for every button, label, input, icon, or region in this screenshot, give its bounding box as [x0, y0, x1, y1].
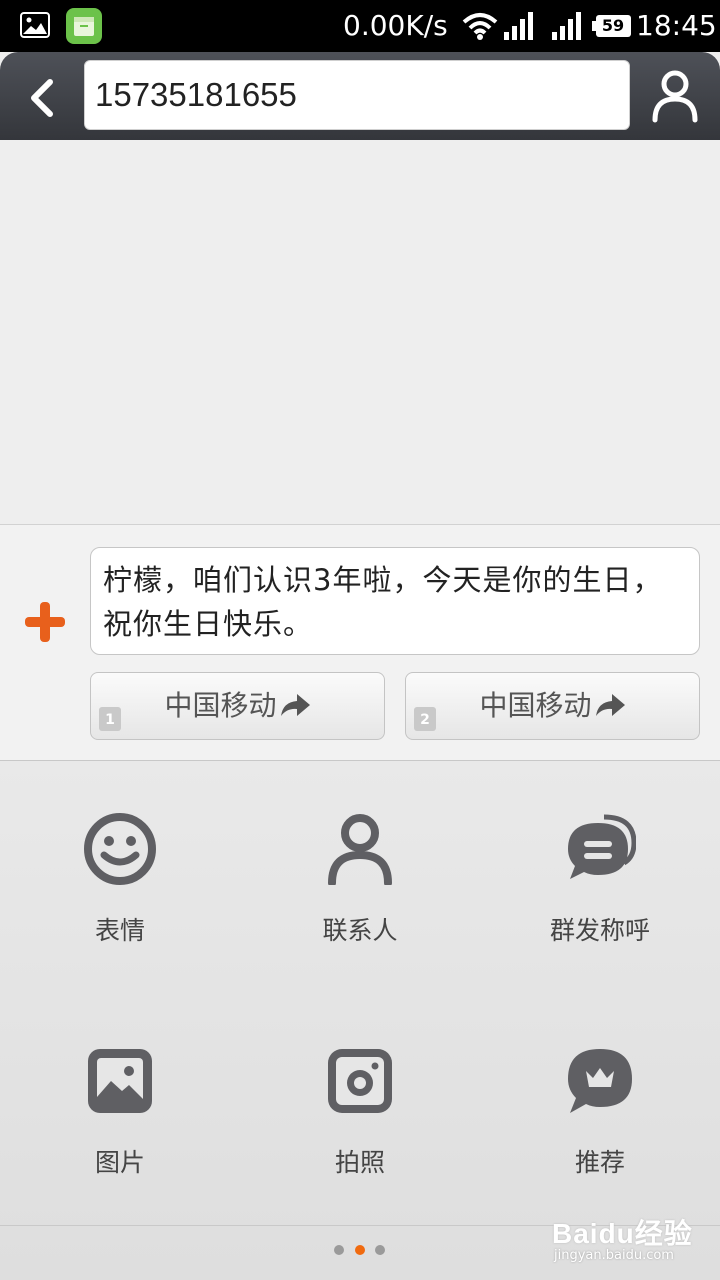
page-indicator [334, 1245, 394, 1257]
recipient-input[interactable] [84, 60, 630, 130]
clock: 18:45 [636, 9, 717, 42]
compose-area: 柠檬，咱们认识3年啦，今天是你的生日，祝你生日快乐。 1 中国移动 2 中国移动 [0, 524, 720, 760]
send-sim2-label: 中国移动 [479, 689, 592, 722]
network-speed: 0.00K/s [343, 9, 448, 42]
recommend-button[interactable]: 推荐 [480, 993, 720, 1193]
recommend-label: 推荐 [574, 1148, 625, 1177]
wifi-icon [462, 13, 498, 40]
watermark-text: Baidu经验 [552, 1218, 693, 1249]
message-list [0, 140, 720, 524]
camera-button[interactable]: 拍照 [240, 993, 480, 1193]
emoji-label: 表情 [94, 916, 145, 945]
send-sim1-label: 中国移动 [164, 689, 277, 722]
chevron-left-icon[interactable] [22, 76, 66, 120]
app-store-notification-icon [66, 8, 102, 44]
watermark-url: jingyan.baidu.com [554, 1248, 674, 1263]
smiley-icon [84, 813, 156, 885]
emoji-button[interactable]: 表情 [0, 761, 240, 961]
chat-bubbles-icon [568, 814, 636, 879]
camera-label: 拍照 [334, 1148, 385, 1177]
camera-icon [328, 1049, 392, 1113]
send-sim1-button[interactable]: 1 中国移动 [90, 672, 385, 740]
image-label: 图片 [94, 1148, 145, 1177]
message-input[interactable]: 柠檬，咱们认识3年啦，今天是你的生日，祝你生日快乐。 [90, 547, 700, 655]
plus-icon[interactable] [22, 599, 68, 645]
page-dot [334, 1245, 344, 1255]
group-salutation-button[interactable]: 群发称呼 [480, 761, 720, 961]
compose-header [0, 52, 720, 140]
contacts-label: 联系人 [322, 916, 398, 945]
status-bar: 0.00K/s 59 18:45 [0, 0, 720, 52]
send-arrow-icon [280, 694, 310, 716]
crown-bubble-icon [568, 1049, 632, 1113]
gallery-notification-icon [20, 12, 50, 38]
send-sim2-button[interactable]: 2 中国移动 [405, 672, 700, 740]
person-icon[interactable] [650, 68, 700, 124]
contact-icon [328, 814, 392, 885]
send-arrow-icon [595, 694, 625, 716]
attachment-panel: 表情 联系人 群发称呼 图片 拍照 推荐 [0, 760, 720, 1280]
group-salutation-label: 群发称呼 [549, 916, 650, 945]
page-dot-active [355, 1245, 365, 1255]
page-dot [375, 1245, 385, 1255]
signal-sim2-icon [552, 12, 581, 40]
battery-level: 59 [601, 16, 625, 35]
image-button[interactable]: 图片 [0, 993, 240, 1193]
baidu-watermark: Baidu经验 jingyan.baidu.com [552, 1212, 712, 1270]
image-icon [88, 1049, 152, 1113]
contacts-button[interactable]: 联系人 [240, 761, 480, 961]
signal-sim1-icon [504, 12, 533, 40]
